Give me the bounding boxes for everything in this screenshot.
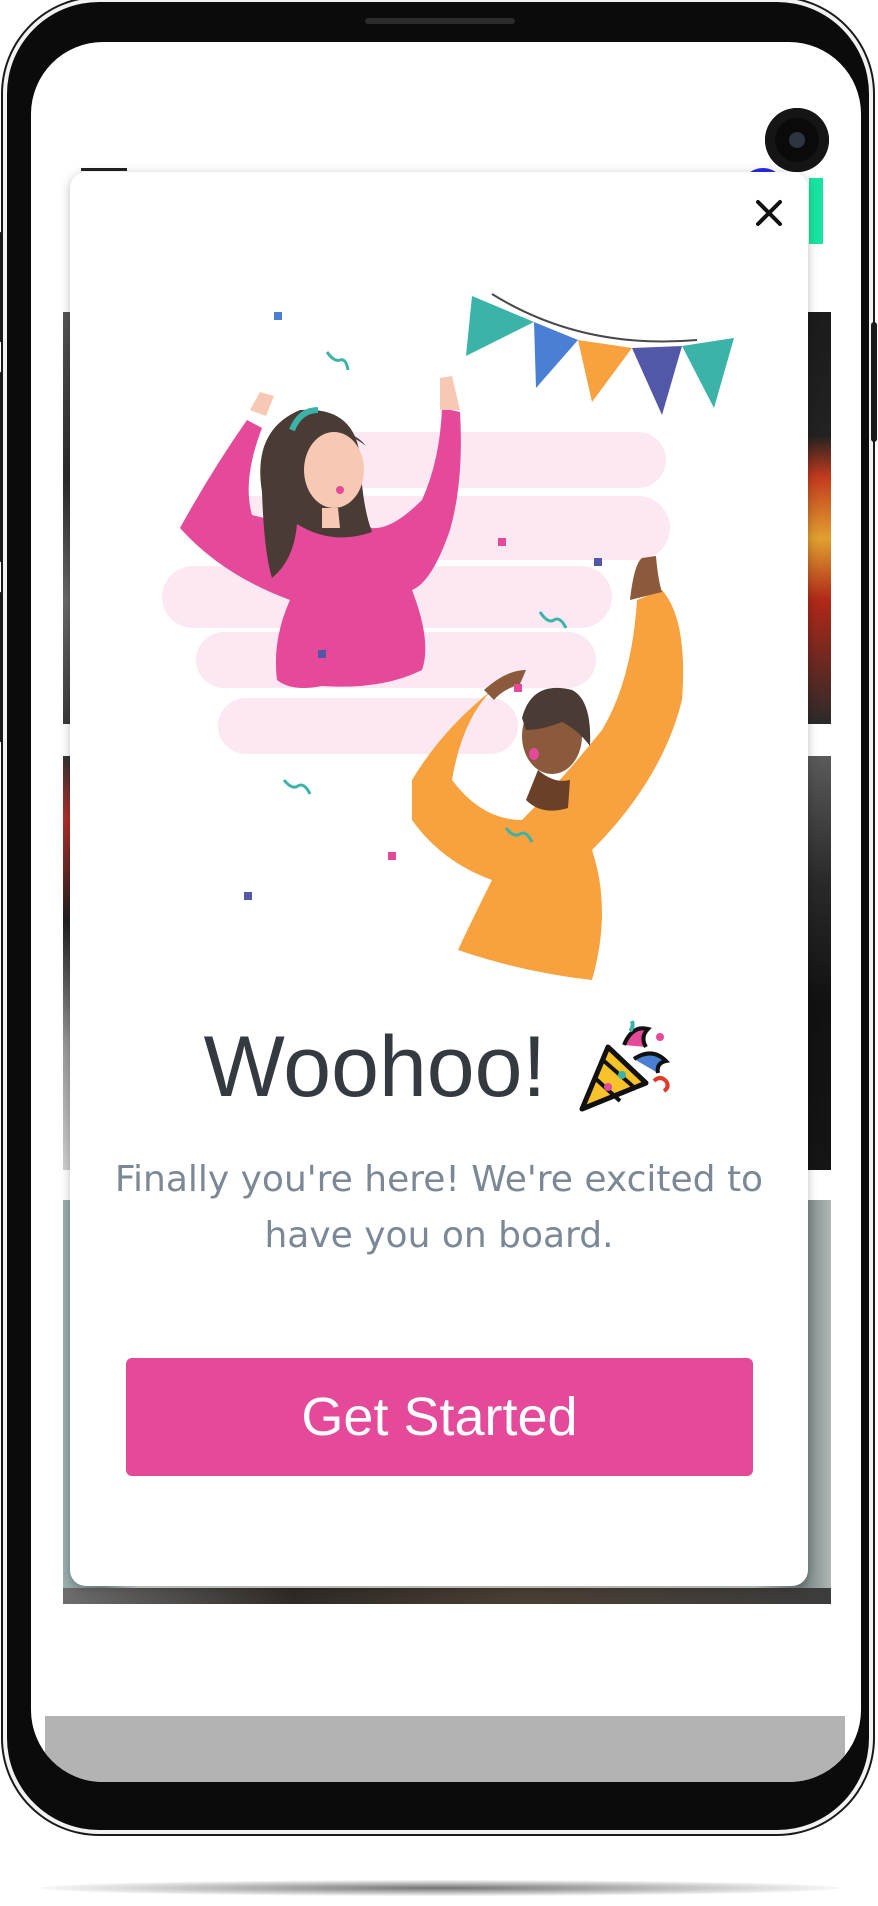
phone-shadow <box>40 1880 840 1896</box>
volume-button <box>0 232 3 342</box>
close-button[interactable] <box>744 188 794 238</box>
feed-image[interactable] <box>807 312 831 724</box>
title-row: Woohoo! <box>70 1012 808 1122</box>
get-started-button[interactable]: Get Started <box>126 1358 753 1476</box>
modal-subtitle: Finally you're here! We're excited to ha… <box>114 1159 764 1256</box>
header-accent <box>809 178 823 244</box>
feed-image-edge <box>63 1588 831 1604</box>
party-popper-icon <box>579 1020 671 1112</box>
bixby-button <box>0 592 3 742</box>
bunting-flags <box>466 293 734 415</box>
menu-icon[interactable] <box>81 168 127 171</box>
feed-image[interactable] <box>807 756 831 1170</box>
close-icon <box>756 200 782 226</box>
front-camera <box>765 108 829 172</box>
volume-button <box>0 372 3 562</box>
bottom-navigation-bar <box>45 1716 845 1782</box>
power-button <box>871 322 877 442</box>
earpiece-speaker <box>365 18 515 24</box>
welcome-modal: Woohoo! Finally you're here! We're excit… <box>70 172 808 1586</box>
modal-title: Woohoo! <box>203 1018 547 1115</box>
celebration-illustration <box>162 293 734 980</box>
